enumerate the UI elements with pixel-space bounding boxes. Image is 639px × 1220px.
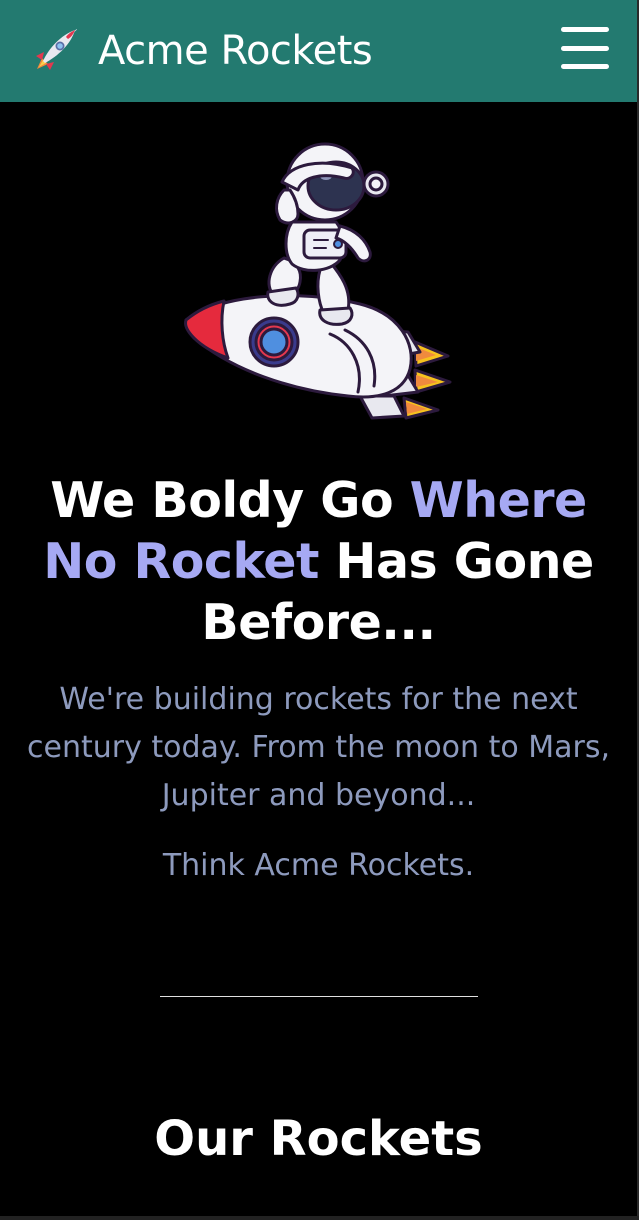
navbar: Acme Rockets [0, 0, 637, 102]
hamburger-menu-icon-bar-top [561, 27, 609, 32]
hero-heading: We Boldy Go Where No Rocket Has Gone Bef… [20, 470, 617, 653]
hamburger-menu-button[interactable] [561, 27, 611, 69]
hamburger-menu-icon-bar-middle [561, 45, 609, 51]
hero-tagline: Think Acme Rockets. [162, 848, 475, 883]
astronaut-rocket-illustration [184, 142, 452, 420]
our-rockets-heading: Our Rockets [154, 1111, 483, 1167]
rocket-icon [36, 29, 77, 70]
section-divider [160, 996, 478, 997]
hero-heading-text-start: We Boldy Go [50, 472, 410, 529]
brand-name: Acme Rockets [98, 28, 373, 74]
brand-link[interactable]: Acme Rockets [30, 26, 373, 76]
page-edge-bottom [0, 1216, 639, 1220]
hero-description: We're building rockets for the next cent… [27, 682, 610, 813]
hamburger-menu-icon-bar-bottom [561, 64, 609, 69]
